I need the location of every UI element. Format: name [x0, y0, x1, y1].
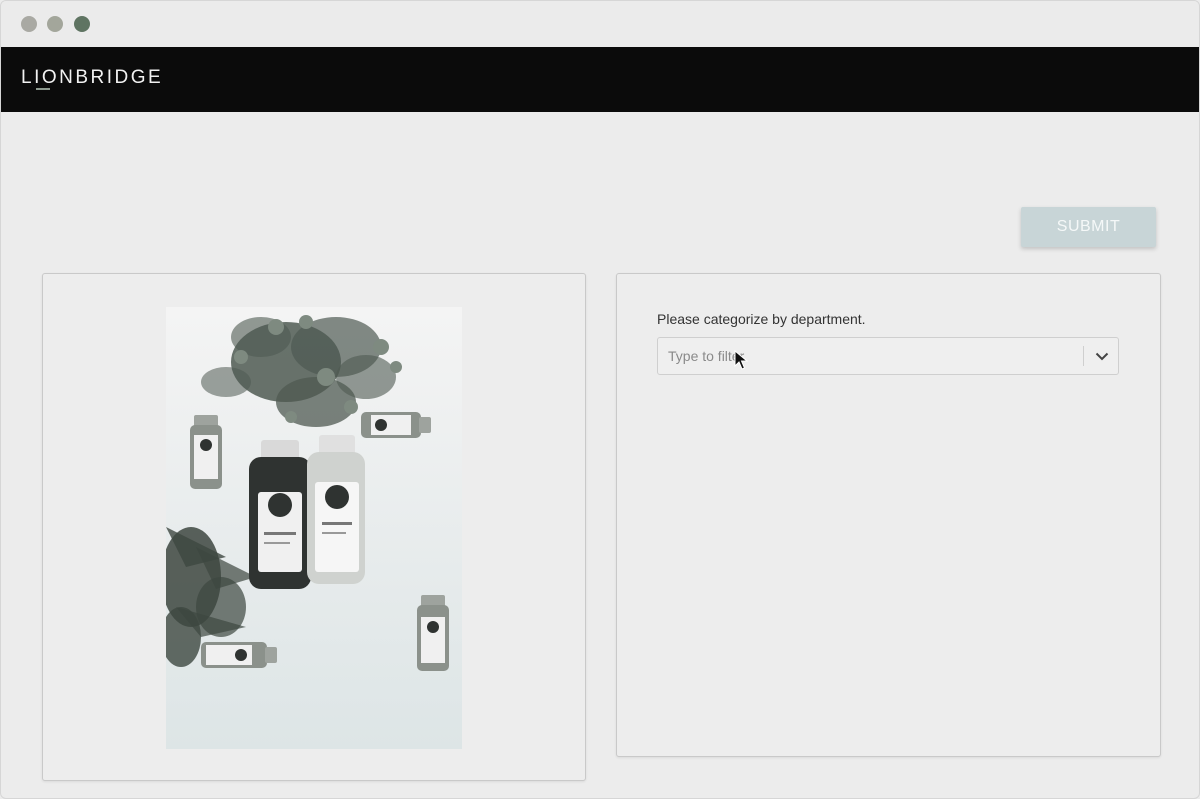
mouse-pointer-icon	[734, 350, 748, 370]
window-titlebar	[1, 1, 1199, 47]
question-panel: Please categorize by department.	[616, 273, 1161, 757]
submit-button[interactable]: SUBMIT	[1021, 207, 1156, 247]
filter-input[interactable]	[658, 338, 1082, 374]
chevron-down-icon	[1095, 352, 1108, 360]
logo-accent-line	[36, 88, 50, 90]
department-select[interactable]	[657, 337, 1119, 375]
juice-bottles-photo	[166, 307, 462, 749]
brand-logo: LIONBRIDGE	[21, 67, 164, 88]
window-minimize-button[interactable]	[47, 16, 63, 32]
app-header: LIONBRIDGE	[1, 47, 1199, 112]
window-close-button[interactable]	[21, 16, 37, 32]
question-prompt: Please categorize by department.	[657, 311, 866, 327]
window-maximize-button[interactable]	[74, 16, 90, 32]
browser-window: LIONBRIDGE SUBMIT Please categorize by d…	[0, 0, 1200, 799]
dropdown-toggle[interactable]	[1084, 338, 1119, 374]
image-panel	[42, 273, 586, 781]
task-image	[166, 307, 462, 749]
